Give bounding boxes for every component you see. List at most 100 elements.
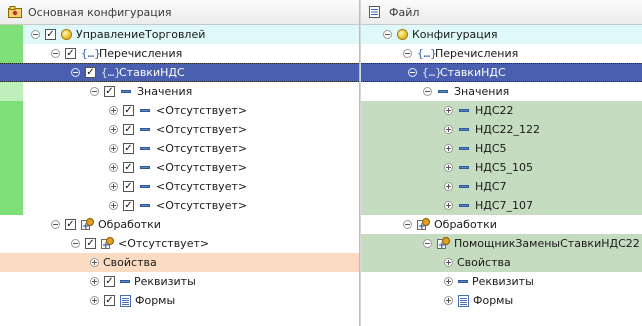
tree-item-label: НДС22 [475,104,514,117]
left-tree-row[interactable]: ✓ + <Отсутствует> [0,234,359,253]
expand-icon[interactable] [444,144,453,153]
right-pane-file: Файл Конфигурация {…} Перечисления {…} Ставк… [361,0,642,326]
tree-item-label: НДС7_107 [475,199,534,212]
right-tree-row[interactable]: Значения [361,82,642,101]
right-tree-row[interactable]: НДС22 [361,101,642,120]
expand-icon[interactable] [444,125,453,134]
right-tree-row[interactable]: + Обработки [361,215,642,234]
merge-checkbox[interactable]: ✓ [45,29,56,40]
expand-icon[interactable] [444,163,453,172]
left-tree-row[interactable]: ✓ УправлениеТорговлей [0,25,359,44]
form-icon [458,294,469,307]
right-tree-row[interactable]: Свойства [361,253,642,272]
merge-checkbox[interactable]: ✓ [123,162,134,173]
left-tree-row[interactable]: ✓ Значения [0,82,359,101]
merge-checkbox[interactable]: ✓ [65,219,76,230]
right-tree-row[interactable]: {…} Перечисления [361,44,642,63]
merge-checkbox[interactable]: ✓ [104,295,115,306]
difference-marker [0,82,23,101]
value-icon [140,147,150,150]
collapse-icon[interactable] [71,68,80,77]
right-tree-row[interactable]: НДС5_105 [361,158,642,177]
merge-checkbox[interactable]: ✓ [123,143,134,154]
tree-item-label: <Отсутствует> [156,180,248,193]
config-icon [8,6,22,18]
expand-icon[interactable] [109,201,118,210]
expand-icon[interactable] [109,106,118,115]
tree-item-label: УправлениеТорговлей [76,28,206,41]
collapse-icon[interactable] [51,220,60,229]
value-icon [140,166,150,169]
left-tree-row[interactable]: ✓ <Отсутствует> [0,158,359,177]
right-tree-row[interactable]: НДС5 [361,139,642,158]
collapse-icon[interactable] [51,49,60,58]
collapse-icon[interactable] [90,87,99,96]
collapse-icon[interactable] [31,30,40,39]
collapse-icon[interactable] [408,68,417,77]
collapse-icon[interactable] [403,220,412,229]
left-pane-main-config: Основная конфигурация ✓ УправлениеТорговл… [0,0,359,326]
tree-item-label: НДС5 [475,142,507,155]
expand-icon[interactable] [109,144,118,153]
expand-icon[interactable] [109,125,118,134]
expand-icon[interactable] [444,258,453,267]
left-tree-row[interactable]: ✓ Реквизиты [0,272,359,291]
value-icon [121,90,131,93]
merge-checkbox[interactable]: ✓ [123,124,134,135]
expand-icon[interactable] [444,201,453,210]
collapse-icon[interactable] [423,239,432,248]
left-tree-row[interactable]: ✓ <Отсутствует> [0,139,359,158]
left-tree-row[interactable]: ✓ {…} СтавкиНДС [0,63,359,82]
left-tree-row[interactable]: ✓ Формы [0,291,359,310]
attribute-icon [120,280,130,283]
enum-icon: {…} [101,65,121,79]
left-tree-row[interactable]: ✓ <Отсутствует> [0,196,359,215]
right-tree-row[interactable]: НДС7_107 [361,196,642,215]
merge-checkbox[interactable]: ✓ [104,86,115,97]
merge-checkbox[interactable]: ✓ [123,181,134,192]
expand-icon[interactable] [90,277,99,286]
difference-marker [0,101,23,120]
expand-icon[interactable] [90,296,99,305]
left-tree-row[interactable]: ✓ {…} Перечисления [0,44,359,63]
expand-icon[interactable] [444,182,453,191]
expand-icon[interactable] [109,182,118,191]
collapse-icon[interactable] [71,239,80,248]
merge-checkbox[interactable]: ✓ [65,48,76,59]
right-tree-row[interactable]: НДС7 [361,177,642,196]
merge-checkbox[interactable]: ✓ [123,200,134,211]
right-tree-row[interactable]: НДС22_122 [361,120,642,139]
value-icon [459,109,469,112]
collapse-icon[interactable] [403,49,412,58]
expand-icon[interactable] [444,277,453,286]
merge-checkbox[interactable]: ✓ [104,276,115,287]
expand-icon[interactable] [90,258,99,267]
left-pane-header[interactable]: Основная конфигурация [0,0,359,25]
collapse-icon[interactable] [383,30,392,39]
right-pane-title: Файл [389,5,420,19]
left-tree-row[interactable]: Свойства [0,253,359,272]
right-tree-row[interactable]: Формы [361,291,642,310]
left-tree-row[interactable]: ✓ <Отсутствует> [0,101,359,120]
expand-icon[interactable] [109,163,118,172]
value-icon [459,147,469,150]
merge-checkbox[interactable]: ✓ [85,67,96,78]
processing-icon: + [101,237,114,251]
left-tree-row[interactable]: ✓ + Обработки [0,215,359,234]
expand-icon[interactable] [444,106,453,115]
right-tree-row[interactable]: Реквизиты [361,272,642,291]
merge-checkbox[interactable]: ✓ [85,238,96,249]
right-tree-row[interactable]: + ПомощникЗаменыСтавкиНДС22 [361,234,642,253]
difference-marker [0,120,23,139]
difference-marker [0,44,23,63]
right-tree-row[interactable]: {…} СтавкиНДС [361,63,642,82]
processing-icon: + [437,237,450,251]
value-icon [459,185,469,188]
merge-checkbox[interactable]: ✓ [123,105,134,116]
expand-icon[interactable] [444,296,453,305]
right-pane-header[interactable]: Файл [361,0,642,25]
left-tree-row[interactable]: ✓ <Отсутствует> [0,120,359,139]
right-tree-row[interactable]: Конфигурация [361,25,642,44]
collapse-icon[interactable] [423,87,432,96]
left-tree-row[interactable]: ✓ <Отсутствует> [0,177,359,196]
